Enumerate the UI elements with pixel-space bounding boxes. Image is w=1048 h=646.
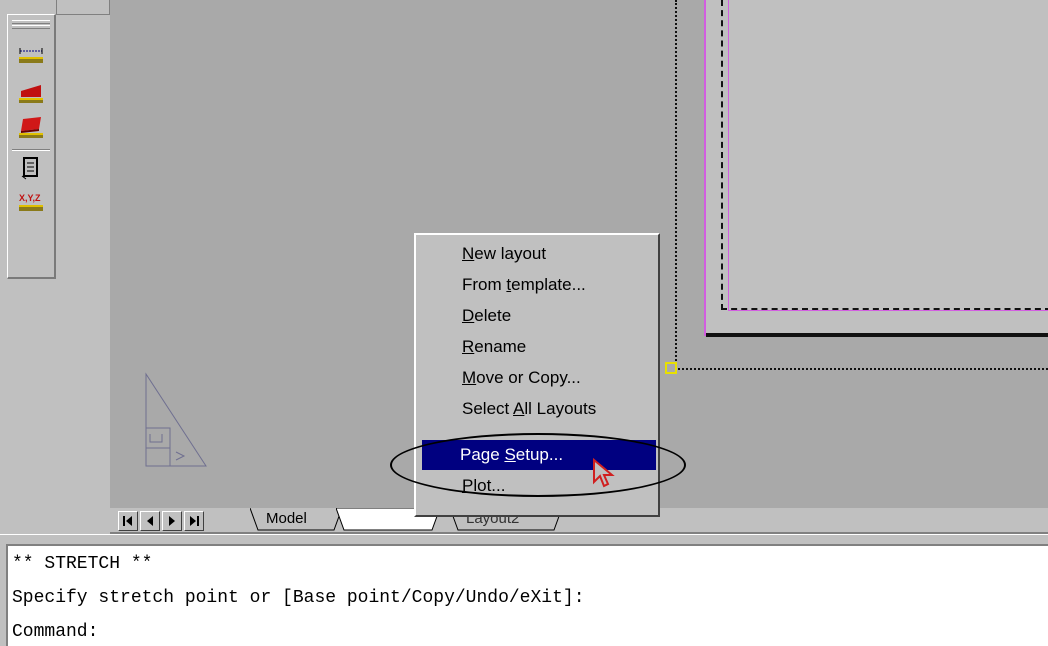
tab-label: Model xyxy=(266,510,307,527)
next-tab-icon[interactable] xyxy=(162,511,182,531)
quick-leader-icon[interactable] xyxy=(17,155,45,181)
tab-label: Layout1 xyxy=(352,510,410,527)
selected-viewport-left-edge[interactable] xyxy=(675,0,677,368)
autocad-window: X,Y,Z Model Layout1 Layout2 New layout F… xyxy=(0,0,1048,646)
command-window-splitter[interactable] xyxy=(0,534,1048,544)
menu-item-label: Delete xyxy=(462,306,512,325)
linear-dimension-icon[interactable] xyxy=(17,43,45,69)
command-window[interactable]: ** STRETCH ** Specify stretch point or [… xyxy=(6,544,1048,646)
menu-item-rename[interactable]: Rename xyxy=(424,332,658,362)
menu-item-new-layout[interactable]: New layout xyxy=(424,239,658,269)
ucs-paper-space-icon xyxy=(145,372,207,467)
menu-item-label: Rename xyxy=(462,337,527,356)
layout-context-menu: New layout From template... Delete Rename Mo… xyxy=(414,233,660,517)
menu-item-label: Select All Layouts xyxy=(462,399,597,418)
first-tab-icon[interactable] xyxy=(118,511,138,531)
grip-handle[interactable] xyxy=(665,362,677,374)
menu-item-label: Plot... xyxy=(462,476,506,495)
ordinate-icon-text: X,Y,Z xyxy=(19,193,41,203)
command-history-line: Specify stretch point or [Base point/Cop… xyxy=(12,588,585,608)
arc-dimension-icon[interactable] xyxy=(17,113,45,139)
menu-item-plot[interactable]: Plot... xyxy=(424,471,658,501)
selected-viewport-bottom-edge[interactable] xyxy=(675,368,1048,370)
menu-item-delete[interactable]: Delete xyxy=(424,301,658,331)
dock-tab-stub xyxy=(56,0,110,15)
printable-area-left-edge xyxy=(721,0,723,310)
menu-item-label: Page Setup... xyxy=(460,445,564,464)
mouse-pointer-icon xyxy=(593,458,615,488)
menu-item-move-or-copy[interactable]: Move or Copy... xyxy=(424,363,658,393)
previous-tab-icon[interactable] xyxy=(140,511,160,531)
paper-margin xyxy=(728,0,1048,311)
left-dock: X,Y,Z xyxy=(0,0,110,534)
last-tab-icon[interactable] xyxy=(184,511,204,531)
menu-item-from-template[interactable]: From template... xyxy=(424,270,658,300)
ordinate-dimension-icon[interactable]: X,Y,Z xyxy=(17,189,45,215)
tab-model[interactable]: Model xyxy=(250,508,342,532)
dimension-toolbar: X,Y,Z xyxy=(7,14,56,279)
toolbar-grip[interactable] xyxy=(12,25,50,29)
paper-shadow xyxy=(706,333,1048,337)
toolbar-separator xyxy=(12,149,50,151)
menu-item-select-all-layouts[interactable]: Select All Layouts xyxy=(424,394,658,424)
menu-item-label: New layout xyxy=(462,244,547,263)
menu-item-page-setup[interactable]: Page Setup... xyxy=(422,440,656,470)
aligned-dimension-icon[interactable] xyxy=(17,79,45,105)
toolbar-grip[interactable] xyxy=(12,20,50,24)
tab-layout1[interactable]: Layout1 xyxy=(336,508,440,532)
printable-area-bottom-edge xyxy=(721,308,1048,310)
menu-item-label: Move or Copy... xyxy=(462,368,581,387)
menu-item-label: From template... xyxy=(462,275,586,294)
command-prompt[interactable]: Command: xyxy=(12,618,98,646)
command-history-line: ** STRETCH ** xyxy=(12,554,153,574)
